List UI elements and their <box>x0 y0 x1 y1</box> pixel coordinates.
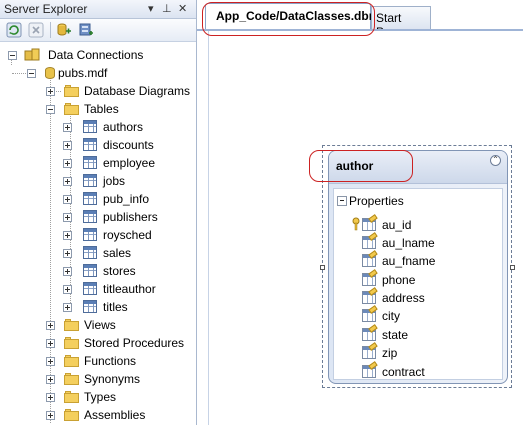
collapse-properties-icon[interactable] <box>337 196 347 206</box>
property-row[interactable]: address <box>0 287 503 307</box>
property-row[interactable]: au_id <box>0 214 503 234</box>
tree-item-database-diagrams[interactable]: Database Diagrams <box>0 82 196 100</box>
table-icon <box>83 120 97 133</box>
tree-item-types[interactable]: Types <box>0 388 196 406</box>
property-row[interactable]: au_fname <box>0 250 503 270</box>
property-label: state <box>382 328 409 342</box>
database-icon <box>44 66 56 80</box>
expand-toggle-icon[interactable] <box>46 411 55 420</box>
tab-start-page[interactable]: Start Page <box>371 6 431 39</box>
folder-icon <box>64 103 80 115</box>
property-row[interactable]: zip <box>0 342 503 362</box>
property-label: contract <box>382 365 425 379</box>
tree-item-label: Tables <box>84 102 119 116</box>
tree-item-table[interactable]: discounts <box>0 136 196 154</box>
expand-toggle-icon[interactable] <box>63 177 72 186</box>
tree-item-table[interactable]: authors <box>0 118 196 136</box>
server-explorer-title: Server Explorer <box>4 2 88 16</box>
pencil-icon <box>368 269 378 278</box>
expand-toggle-icon[interactable] <box>63 159 72 168</box>
expand-toggle-icon[interactable] <box>63 123 72 132</box>
window-position-dropdown-icon[interactable]: ▾ <box>148 2 154 15</box>
expand-toggle-icon[interactable] <box>46 87 55 96</box>
collapse-entity-icon[interactable]: ⌃ <box>490 155 501 166</box>
property-label: au_fname <box>382 254 436 268</box>
close-panel-icon[interactable]: ✕ <box>178 2 187 15</box>
resize-handle-right[interactable] <box>510 265 515 270</box>
property-row[interactable]: state <box>0 324 503 344</box>
stop-icon[interactable] <box>28 22 44 38</box>
tree-item-label: pubs.mdf <box>58 66 108 80</box>
pencil-icon <box>368 232 378 241</box>
pencil-icon <box>368 305 378 314</box>
tree-item-data-connections[interactable]: Data Connections <box>0 46 196 64</box>
pencil-icon <box>368 214 378 223</box>
property-label: address <box>382 291 425 305</box>
primary-key-icon <box>352 217 360 231</box>
pencil-icon <box>368 361 378 370</box>
server-explorer-toolbar <box>0 19 196 42</box>
folder-icon <box>64 391 80 403</box>
auto-hide-pin-icon[interactable]: ⊥ <box>162 2 172 15</box>
pencil-icon <box>368 250 378 259</box>
annotation-oval-tab <box>202 2 375 36</box>
property-label: city <box>382 309 400 323</box>
property-row[interactable]: contract <box>0 361 503 381</box>
server-explorer-titlebar: Server Explorer ▾ ⊥ ✕ <box>0 0 196 19</box>
annotation-oval-entity-name <box>309 150 413 182</box>
tree-item-label: jobs <box>103 174 126 188</box>
property-row[interactable]: phone <box>0 269 503 289</box>
tree-item-assemblies[interactable]: Assemblies <box>0 406 196 424</box>
folder-icon <box>64 85 80 97</box>
tree-item-table[interactable]: employee <box>0 154 196 172</box>
tree-item-label: pub_info <box>103 192 150 206</box>
data-connections-icon <box>24 48 40 62</box>
connect-database-icon[interactable] <box>56 22 72 38</box>
tree-item-tables[interactable]: Tables <box>0 100 196 118</box>
connect-server-icon[interactable] <box>78 22 94 38</box>
tree-item-label: authors <box>103 120 144 134</box>
expand-toggle-icon[interactable] <box>63 195 72 204</box>
refresh-icon[interactable] <box>6 22 22 38</box>
property-label: au_lname <box>382 236 435 250</box>
tree-item-label: Data Connections <box>48 48 144 62</box>
pencil-icon <box>368 287 378 296</box>
pencil-icon <box>368 324 378 333</box>
tree-item-label: discounts <box>103 138 154 152</box>
property-row[interactable]: city <box>0 305 503 325</box>
tree-item-table[interactable]: pub_info <box>0 190 196 208</box>
table-icon <box>83 192 97 205</box>
tree-item-database[interactable]: pubs.mdf <box>0 64 196 82</box>
property-label: phone <box>382 273 416 287</box>
expand-toggle-icon[interactable] <box>63 141 72 150</box>
pencil-icon <box>368 342 378 351</box>
expand-toggle-icon[interactable] <box>46 393 55 402</box>
toolbar-separator <box>50 22 51 38</box>
tree-item-label: Database Diagrams <box>84 84 191 98</box>
folder-icon <box>64 409 80 421</box>
property-label: au_id <box>382 218 412 232</box>
property-row[interactable]: au_lname <box>0 232 503 252</box>
tree-item-label: Assemblies <box>84 408 146 422</box>
collapse-toggle-icon[interactable] <box>8 51 17 60</box>
tree-item-label: Types <box>84 390 117 404</box>
table-icon <box>83 174 97 187</box>
tree-item-label: employee <box>103 156 156 170</box>
collapse-toggle-icon[interactable] <box>46 105 55 114</box>
properties-section-label: Properties <box>349 194 404 208</box>
table-icon <box>83 138 97 151</box>
property-label: zip <box>382 346 398 360</box>
table-icon <box>83 156 97 169</box>
collapse-toggle-icon[interactable] <box>27 69 36 78</box>
tree-item-table[interactable]: jobs <box>0 172 196 190</box>
